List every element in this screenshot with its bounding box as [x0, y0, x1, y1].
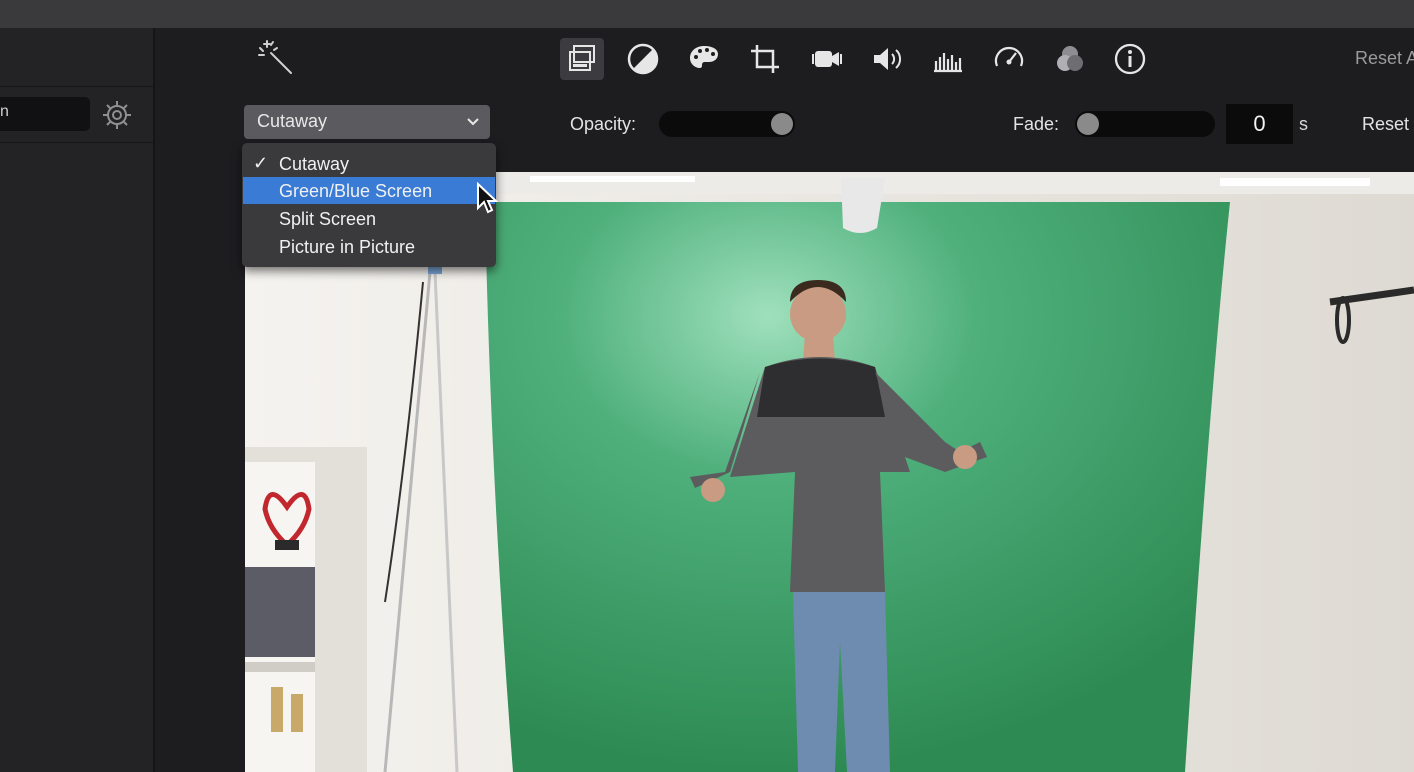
reset-all-button[interactable]: Reset A — [1355, 48, 1414, 69]
fade-slider[interactable] — [1075, 111, 1215, 137]
fade-unit-label: s — [1299, 114, 1308, 134]
equalizer-button[interactable] — [926, 38, 970, 80]
speedometer-icon — [994, 46, 1024, 67]
opacity-label: Opacity: — [570, 114, 637, 134]
palette-icon — [690, 46, 718, 68]
overlay-style-dropdown[interactable]: Cutaway — [244, 105, 490, 139]
equalizer-icon — [934, 53, 962, 73]
library-panel: n — [0, 28, 155, 772]
color-balance-button[interactable] — [621, 38, 665, 80]
gear-icon[interactable] — [101, 99, 133, 131]
menu-item-label: Split Screen — [279, 209, 377, 229]
menu-item-label: Picture in Picture — [279, 237, 416, 257]
stabilization-button[interactable] — [804, 38, 848, 80]
overlay-style-menu: ✓ Cutaway Green/Blue Screen Split Screen… — [242, 143, 496, 267]
window-top-bar — [0, 0, 1414, 28]
fade-duration-field[interactable]: 0 — [1226, 104, 1293, 144]
fade-slider-knob[interactable] — [1077, 113, 1099, 135]
opacity-slider-knob[interactable] — [771, 113, 793, 135]
search-input[interactable]: n — [0, 97, 90, 131]
menu-item-green-blue-screen[interactable]: Green/Blue Screen — [243, 177, 495, 204]
divider — [0, 86, 153, 87]
speaker-icon — [874, 48, 902, 70]
info-icon — [1114, 43, 1146, 75]
checkmark-icon: ✓ — [253, 153, 269, 173]
overlay-tool-button[interactable] — [560, 38, 604, 80]
filter-icon — [1057, 46, 1083, 71]
menu-item-label: Cutaway — [279, 154, 350, 174]
overlay-icon — [569, 45, 595, 71]
dropdown-value: Cutaway — [257, 111, 328, 131]
color-correction-button[interactable] — [682, 38, 726, 80]
menu-item-cutaway[interactable]: ✓ Cutaway — [243, 150, 495, 177]
opacity-slider[interactable] — [659, 111, 795, 137]
menu-item-split-screen[interactable]: Split Screen — [243, 205, 495, 232]
clip-filter-button[interactable] — [1048, 38, 1092, 80]
crop-button[interactable] — [743, 38, 787, 80]
menu-item-picture-in-picture[interactable]: Picture in Picture — [243, 233, 495, 260]
mouse-cursor-icon — [477, 182, 498, 214]
camera-icon — [812, 51, 842, 67]
reset-button[interactable]: Reset — [1362, 114, 1409, 135]
divider — [0, 142, 153, 143]
color-balance-icon — [627, 43, 659, 75]
crop-icon — [751, 45, 779, 73]
menu-item-label: Green/Blue Screen — [279, 181, 433, 201]
magic-wand-icon[interactable] — [255, 37, 295, 77]
volume-button[interactable] — [865, 38, 909, 80]
clip-info-button[interactable] — [1108, 38, 1152, 80]
fade-label: Fade: — [1013, 114, 1060, 134]
chevron-down-icon — [467, 118, 479, 126]
speed-button[interactable] — [987, 38, 1031, 80]
